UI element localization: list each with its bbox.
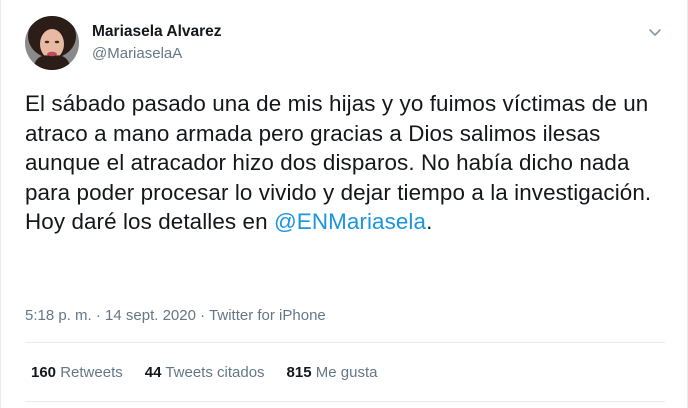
tweet-meta: 5:18 p. m. · 14 sept. 2020 · Twitter for… (25, 306, 326, 326)
retweets-stat[interactable]: 160 Retweets (31, 363, 123, 383)
tweet-source[interactable]: Twitter for iPhone (209, 307, 326, 324)
quotes-count: 44 (144, 364, 162, 381)
author-display-name[interactable]: Mariasela Alvarez (92, 22, 222, 42)
likes-stat[interactable]: 815 Me gusta (287, 363, 378, 383)
tweet-stats: 160 Retweets 44 Tweets citados 815 Me gu… (31, 363, 377, 383)
likes-label: Me gusta (315, 364, 378, 381)
avatar[interactable] (25, 16, 79, 70)
tweet-text: El sábado pasado una de mis hijas y yo f… (25, 89, 675, 237)
mention-link[interactable]: @ENMariasela (274, 209, 426, 234)
tweet-time[interactable]: 5:18 p. m. (25, 307, 92, 324)
retweets-label: Retweets (60, 364, 123, 381)
quotes-label: Tweets citados (165, 364, 265, 381)
chevron-down-icon[interactable] (647, 24, 663, 40)
retweets-count: 160 (31, 364, 57, 381)
author-info: Mariasela Alvarez @MariaselaA (92, 22, 222, 64)
quotes-stat[interactable]: 44 Tweets citados (145, 363, 265, 383)
divider (25, 342, 665, 343)
meta-separator: · (95, 307, 101, 324)
meta-separator: · (200, 307, 206, 324)
author-handle[interactable]: @MariaselaA (92, 44, 222, 64)
tweet-text-suffix: . (426, 209, 433, 235)
divider (25, 401, 665, 402)
likes-count: 815 (286, 364, 312, 381)
tweet-card: Mariasela Alvarez @MariaselaA El sábado … (0, 0, 688, 408)
tweet-date[interactable]: 14 sept. 2020 (105, 307, 196, 324)
